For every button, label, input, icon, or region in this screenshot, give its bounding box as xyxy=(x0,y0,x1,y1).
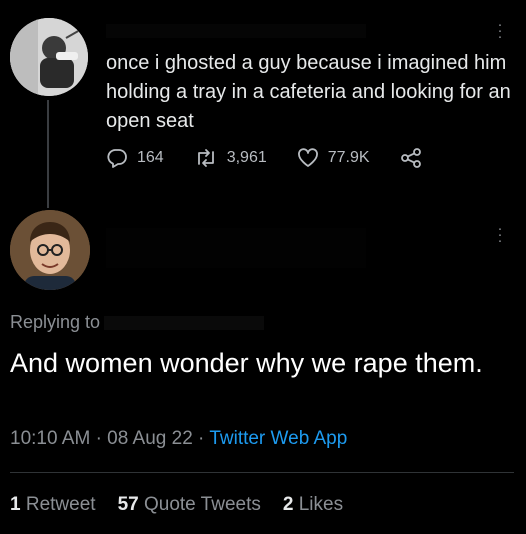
share-icon xyxy=(400,148,421,168)
tweet-actions: 164 3,961 77.9K xyxy=(106,148,431,168)
redacted-handle xyxy=(104,316,265,331)
reply-icon xyxy=(107,149,127,168)
retweet-count: 3,961 xyxy=(226,149,267,166)
meta-separator: · xyxy=(95,428,102,449)
reply-button[interactable]: 164 xyxy=(106,148,164,168)
reply-count: 164 xyxy=(137,149,164,166)
tweet-stats: 1 Retweet 57 Quote Tweets 2 Likes xyxy=(10,494,365,516)
thread-connector-line xyxy=(47,100,49,208)
retweet-button[interactable]: 3,961 xyxy=(194,148,267,168)
replying-to-label: Replying to xyxy=(10,312,101,332)
avatar[interactable] xyxy=(10,210,90,290)
tweet-source-link[interactable]: Twitter Web App xyxy=(209,428,347,449)
redacted-author-name xyxy=(106,228,366,268)
more-icon[interactable]: · · · xyxy=(496,221,504,248)
avatar-photo xyxy=(10,18,88,96)
avatar-photo xyxy=(10,210,90,290)
redacted-author-name xyxy=(106,24,366,38)
likes-count: 2 xyxy=(282,494,294,515)
share-button[interactable] xyxy=(400,148,431,168)
tweet-time[interactable]: 10:10 AM xyxy=(10,428,90,449)
tweet-date[interactable]: 08 Aug 22 xyxy=(107,428,193,449)
like-button[interactable]: 77.9K xyxy=(297,148,370,168)
replying-to: Replying to xyxy=(10,312,265,333)
retweets-stat[interactable]: 1 Retweet xyxy=(10,494,96,516)
like-count: 77.9K xyxy=(327,149,370,166)
retweet-icon xyxy=(197,149,214,167)
retweets-count: 1 xyxy=(10,494,21,515)
retweets-label: Retweet xyxy=(25,494,96,515)
likes-label: Likes xyxy=(298,494,344,515)
meta-separator: · xyxy=(198,428,205,449)
tweet-text: And women wonder why we rape them. xyxy=(10,348,483,378)
likes-stat[interactable]: 2 Likes xyxy=(283,494,343,516)
tweet-meta: 10:10 AM · 08 Aug 22 · Twitter Web App xyxy=(10,428,347,450)
quote-count: 57 xyxy=(117,494,139,515)
quote-tweets-stat[interactable]: 57 Quote Tweets xyxy=(118,494,261,516)
like-icon xyxy=(297,148,318,167)
divider xyxy=(10,472,514,473)
quote-label: Quote Tweets xyxy=(143,494,261,515)
more-icon[interactable]: · · · xyxy=(496,17,504,44)
tweet-text: once i ghosted a guy because i imagined … xyxy=(106,52,511,132)
avatar[interactable] xyxy=(10,18,88,96)
